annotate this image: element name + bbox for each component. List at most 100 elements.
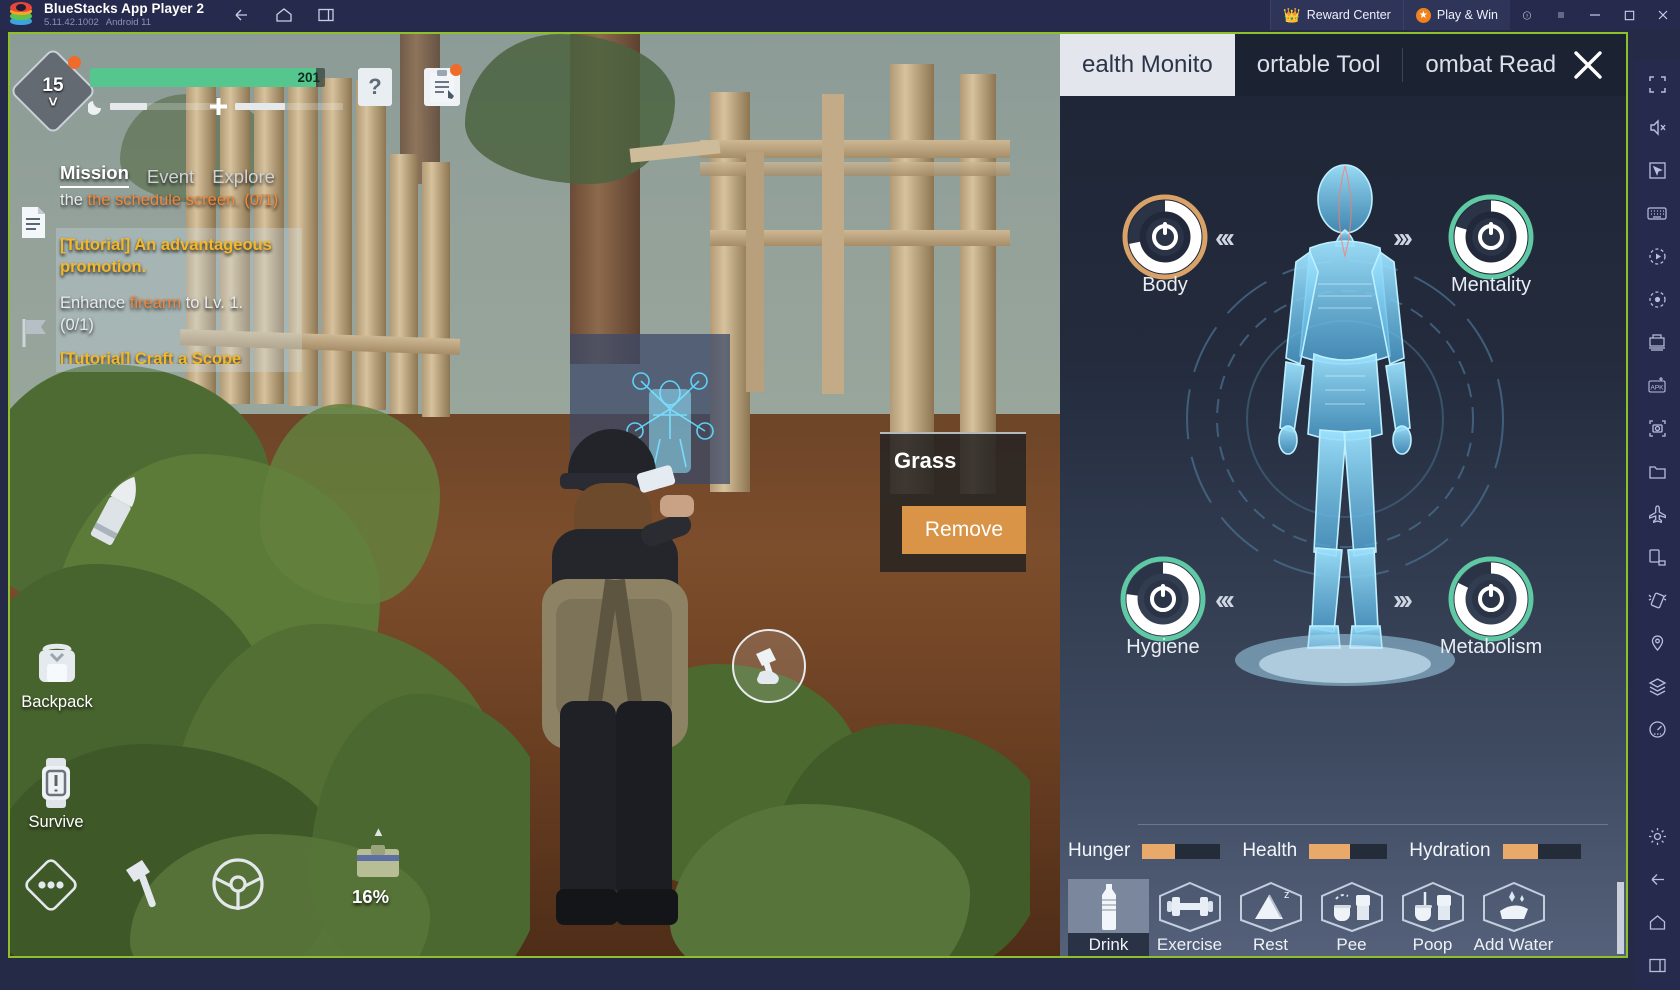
hydration-bar: [1502, 843, 1581, 859]
flow-left-icon: ‹‹‹: [1215, 222, 1235, 253]
maximize-button[interactable]: [1612, 0, 1646, 30]
home-nav-icon[interactable]: [1639, 904, 1675, 940]
install-apk-icon[interactable]: APK: [1639, 367, 1675, 403]
quest-objective-pre: Enhance: [60, 294, 130, 312]
hygiene-stat[interactable]: [1120, 556, 1206, 642]
pee-action[interactable]: Pee: [1311, 879, 1392, 956]
tab-combat-readiness[interactable]: ombat Read: [1403, 34, 1578, 96]
panel-scrollbar[interactable]: [1617, 882, 1624, 954]
grass-popup-title: Grass: [894, 448, 957, 473]
quest-tab-event[interactable]: Event: [147, 166, 194, 188]
quest-panel: Mission Event Explore the the schedule s…: [56, 162, 320, 412]
tab-health-monitor[interactable]: ealth Monito: [1060, 34, 1235, 96]
mute-icon[interactable]: [1639, 109, 1675, 145]
game-viewport: 15 ˅ 201 ? Mission Event Explore the the…: [10, 34, 1626, 956]
token-icon: ★: [1415, 7, 1431, 23]
poop-action[interactable]: Poop: [1392, 879, 1473, 956]
fence-post: [356, 80, 386, 410]
fullscreen-icon[interactable]: [1639, 66, 1675, 102]
fence-post: [960, 74, 996, 494]
drink-label: Drink: [1068, 933, 1149, 956]
minimize-button[interactable]: [1578, 0, 1612, 30]
recents-nav-icon[interactable]: [1639, 947, 1675, 983]
xp-value: 201: [297, 70, 320, 85]
add-water-label: Add Water V: [1473, 935, 1554, 954]
help-question-icon[interactable]: ?: [358, 68, 392, 106]
supply-crate-icon: [355, 839, 401, 881]
care-actions-row: Drink Exercise z Rest Pee Poop Add Water: [1060, 879, 1626, 956]
titlebar-right-group: 👑 Reward Center ★ Play & Win ?: [1270, 0, 1680, 30]
survive-label: Survive: [28, 813, 84, 831]
screenshot-icon[interactable]: [1639, 410, 1675, 446]
grass-remove-button[interactable]: Remove: [902, 506, 1026, 554]
quest-entry[interactable]: [Tutorial] Craft a Scope: [60, 348, 306, 364]
mentality-stat[interactable]: [1448, 194, 1534, 280]
quest-entry[interactable]: [Tutorial] An advantageous promotion. En…: [60, 234, 306, 336]
home-icon[interactable]: [274, 5, 294, 25]
fence-post: [890, 64, 934, 494]
body-stat[interactable]: [1122, 194, 1208, 280]
back-icon[interactable]: [232, 5, 252, 25]
rest-action[interactable]: z Rest: [1230, 879, 1311, 956]
record-icon[interactable]: [1639, 281, 1675, 317]
crown-icon: 👑: [1283, 6, 1301, 23]
titlebar-nav-group: [232, 5, 336, 25]
back-nav-icon[interactable]: [1639, 861, 1675, 897]
android-screen: 15 ˅ 201 ? Mission Event Explore the the…: [8, 32, 1628, 958]
hamburger-menu-icon[interactable]: [1544, 0, 1578, 30]
media-folder-icon[interactable]: [1639, 453, 1675, 489]
emulator-body: 15 ˅ 201 ? Mission Event Explore the the…: [0, 30, 1680, 990]
performance-icon[interactable]: [1639, 711, 1675, 747]
bluestacks-sidebar: APK: [1634, 60, 1680, 990]
macro-play-icon[interactable]: [1639, 238, 1675, 274]
metabolism-stat[interactable]: [1448, 556, 1534, 642]
hydration-label: Hydration: [1409, 840, 1491, 861]
hammer-tool-icon[interactable]: [122, 854, 174, 914]
player-character: [490, 429, 740, 956]
rotate-screen-icon[interactable]: [1639, 539, 1675, 575]
layers-icon[interactable]: [1639, 668, 1675, 704]
document-icon[interactable]: [20, 206, 47, 239]
add-water-action[interactable]: Add Water V: [1473, 879, 1554, 956]
hygiene-stat-label: Hygiene: [1126, 636, 1200, 658]
exercise-action[interactable]: Exercise: [1149, 879, 1230, 956]
panel-tab-bar: ealth Monito ortable Tool ombat Read: [1060, 34, 1626, 96]
android-version: Android 11: [105, 17, 152, 28]
close-panel-button[interactable]: [1560, 44, 1616, 86]
multi-instance-icon[interactable]: [1639, 324, 1675, 360]
flow-right-icon: ›››: [1393, 222, 1413, 253]
fence-rail: [746, 152, 764, 392]
steering-wheel-button[interactable]: [210, 856, 266, 912]
loot-progress-percent: 16%: [352, 886, 390, 907]
settings-gear-icon[interactable]: [1639, 818, 1675, 854]
craft-action-button[interactable]: [732, 629, 806, 703]
health-bar-fill: [235, 103, 285, 110]
airplane-icon[interactable]: [1639, 496, 1675, 532]
shake-icon[interactable]: [1639, 582, 1675, 618]
quest-tab-mission[interactable]: Mission: [60, 162, 129, 188]
play-and-win-label: Play & Win: [1436, 8, 1498, 22]
health-label: Health: [1242, 840, 1298, 861]
keyboard-icon[interactable]: [1639, 195, 1675, 231]
metabolism-stat-label: Metabolism: [1439, 636, 1543, 658]
reward-center-button[interactable]: 👑 Reward Center: [1270, 0, 1403, 30]
cursor-icon[interactable]: [1639, 152, 1675, 188]
close-button[interactable]: [1646, 0, 1680, 30]
survive-button[interactable]: Survive: [20, 756, 92, 832]
level-value-wrap: 15 ˅: [22, 60, 84, 122]
help-icon[interactable]: ?: [1510, 0, 1544, 30]
location-icon[interactable]: [1639, 625, 1675, 661]
more-actions-button[interactable]: [20, 854, 82, 916]
drink-action[interactable]: Drink: [1068, 879, 1149, 956]
tab-portable-tool[interactable]: ortable Tool: [1235, 34, 1403, 96]
poop-label: Poop: [1412, 935, 1453, 954]
app-version-line: 5.11.42.1002 Android 11: [44, 17, 204, 28]
backpack-button[interactable]: Backpack: [16, 642, 98, 712]
foliage: [465, 34, 675, 184]
recents-icon[interactable]: [316, 5, 336, 25]
play-and-win-button[interactable]: ★ Play & Win: [1402, 0, 1510, 30]
pee-label: Pee: [1336, 935, 1367, 954]
flag-icon[interactable]: [18, 316, 52, 350]
quest-tab-explore[interactable]: Explore: [212, 166, 275, 188]
clipboard-notification-dot: [450, 64, 462, 76]
